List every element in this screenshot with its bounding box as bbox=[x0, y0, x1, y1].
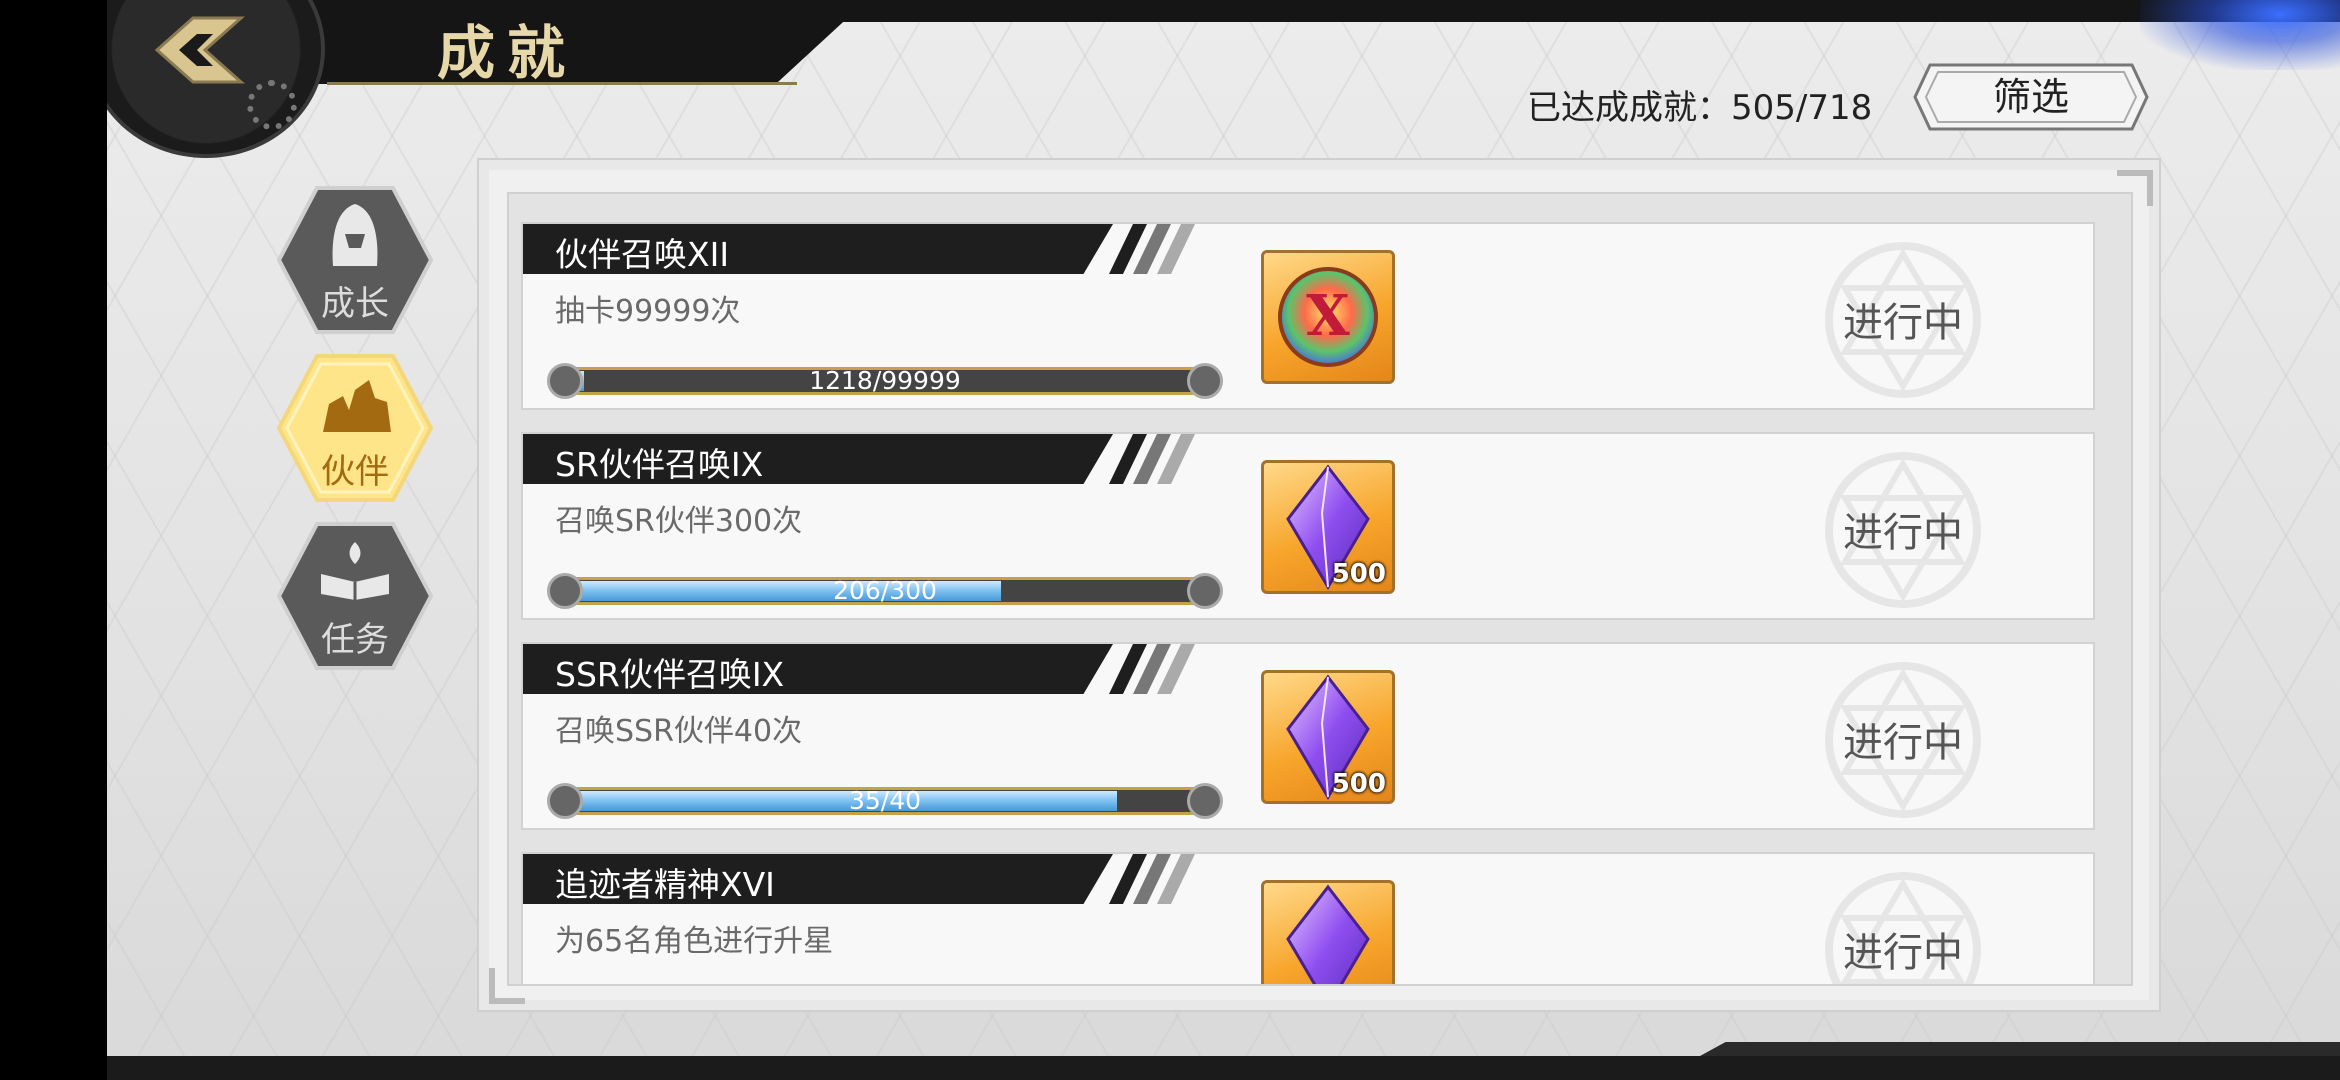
svg-text:X: X bbox=[1306, 283, 1350, 349]
page-title: 成就 bbox=[437, 19, 578, 87]
achievement-list-viewport[interactable]: 伙伴召唤XII 抽卡99999次 1218/99999 X 进行中 SR伙伴召唤… bbox=[507, 192, 2133, 986]
reward-quantity: 500 bbox=[1331, 559, 1386, 589]
progress-end-cap-right bbox=[1187, 783, 1223, 819]
tab-tasks-label: 任务 bbox=[321, 620, 389, 660]
hooded-figure-icon bbox=[332, 204, 378, 266]
achievement-status: 进行中 bbox=[1843, 510, 1963, 556]
reward-quantity: 500 bbox=[1331, 769, 1386, 799]
panel-corner-decoration bbox=[489, 968, 525, 1004]
progress-bar: 35/40 bbox=[547, 781, 1223, 821]
achievement-status: 进行中 bbox=[1843, 300, 1963, 346]
progress-end-cap-left bbox=[547, 363, 583, 399]
achievement-description: 为65名角色进行升星 bbox=[555, 924, 834, 959]
title-stripes bbox=[1109, 224, 1195, 274]
book-flame-icon bbox=[321, 542, 389, 600]
reward-item[interactable] bbox=[1261, 880, 1395, 984]
title-stripes bbox=[1109, 854, 1195, 904]
panel-corner-decoration bbox=[2117, 170, 2153, 206]
achievement-card: 追迹者精神XVI 为65名角色进行升星 进行中 bbox=[521, 852, 2095, 984]
achievement-status: 进行中 bbox=[1843, 720, 1963, 766]
tab-partner-label: 伙伴 bbox=[321, 452, 389, 492]
back-arrow-icon bbox=[154, 16, 245, 84]
purple-crystal-icon bbox=[1286, 884, 1370, 984]
tab-growth-label: 成长 bbox=[321, 284, 389, 324]
achievement-title: SSR伙伴召唤IX bbox=[555, 655, 785, 694]
title-stripes bbox=[1109, 644, 1195, 694]
achievement-panel: 伙伴召唤XII 抽卡99999次 1218/99999 X 进行中 SR伙伴召唤… bbox=[477, 158, 2161, 1012]
party-members-icon bbox=[323, 380, 391, 432]
achievement-counter-value: 505/718 bbox=[1731, 88, 1873, 128]
reward-item[interactable]: X bbox=[1261, 250, 1395, 384]
corner-glow bbox=[2140, 0, 2340, 70]
achievement-title: 追迹者精神XVI bbox=[555, 865, 775, 904]
progress-end-cap-right bbox=[1187, 363, 1223, 399]
progress-text: 1218/99999 bbox=[809, 366, 961, 395]
achievement-counter: 已达成成就：505/718 bbox=[1527, 80, 1872, 129]
filter-button-label: 筛选 bbox=[1992, 75, 2069, 119]
achievement-description: 召唤SSR伙伴40次 bbox=[555, 714, 803, 749]
progress-end-cap-left bbox=[547, 573, 583, 609]
reward-item[interactable]: 500 bbox=[1261, 670, 1395, 804]
rainbow-x-medal-icon: X bbox=[1278, 267, 1378, 367]
gear-icon bbox=[247, 80, 297, 130]
achievement-description: 抽卡99999次 bbox=[555, 294, 741, 329]
achievement-status: 进行中 bbox=[1843, 930, 1963, 976]
progress-end-cap-left bbox=[547, 783, 583, 819]
bottom-accent bbox=[1700, 1042, 2340, 1056]
back-button[interactable] bbox=[153, 14, 245, 86]
game-screen: 成就 已达成成就：505/718 筛选 成长 伙伴 任务 伙伴召唤XII 抽卡9… bbox=[107, 0, 2340, 1080]
tab-partner[interactable]: 伙伴 bbox=[276, 350, 434, 506]
achievement-card: 伙伴召唤XII 抽卡99999次 1218/99999 X 进行中 bbox=[521, 222, 2095, 410]
title-stripes bbox=[1109, 434, 1195, 484]
achievement-card: SSR伙伴召唤IX 召唤SSR伙伴40次 35/40 500 进行中 bbox=[521, 642, 2095, 830]
reward-item[interactable]: 500 bbox=[1261, 460, 1395, 594]
progress-text: 35/40 bbox=[848, 786, 922, 815]
progress-bar: 206/300 bbox=[547, 571, 1223, 611]
progress-bar: 1218/99999 bbox=[547, 361, 1223, 401]
tab-tasks[interactable]: 任务 bbox=[276, 518, 434, 674]
achievement-title: 伙伴召唤XII bbox=[555, 235, 730, 274]
achievement-counter-label: 已达成成就： bbox=[1527, 88, 1731, 128]
tab-growth[interactable]: 成长 bbox=[276, 182, 434, 338]
achievement-description: 召唤SR伙伴300次 bbox=[555, 504, 803, 539]
progress-text: 206/300 bbox=[833, 576, 937, 605]
progress-end-cap-right bbox=[1187, 573, 1223, 609]
achievement-title: SR伙伴召唤IX bbox=[555, 445, 764, 484]
bottom-bar bbox=[107, 1056, 2340, 1080]
filter-button[interactable]: 筛选 bbox=[1912, 62, 2150, 132]
achievement-card: SR伙伴召唤IX 召唤SR伙伴300次 206/300 500 进行中 bbox=[521, 432, 2095, 620]
